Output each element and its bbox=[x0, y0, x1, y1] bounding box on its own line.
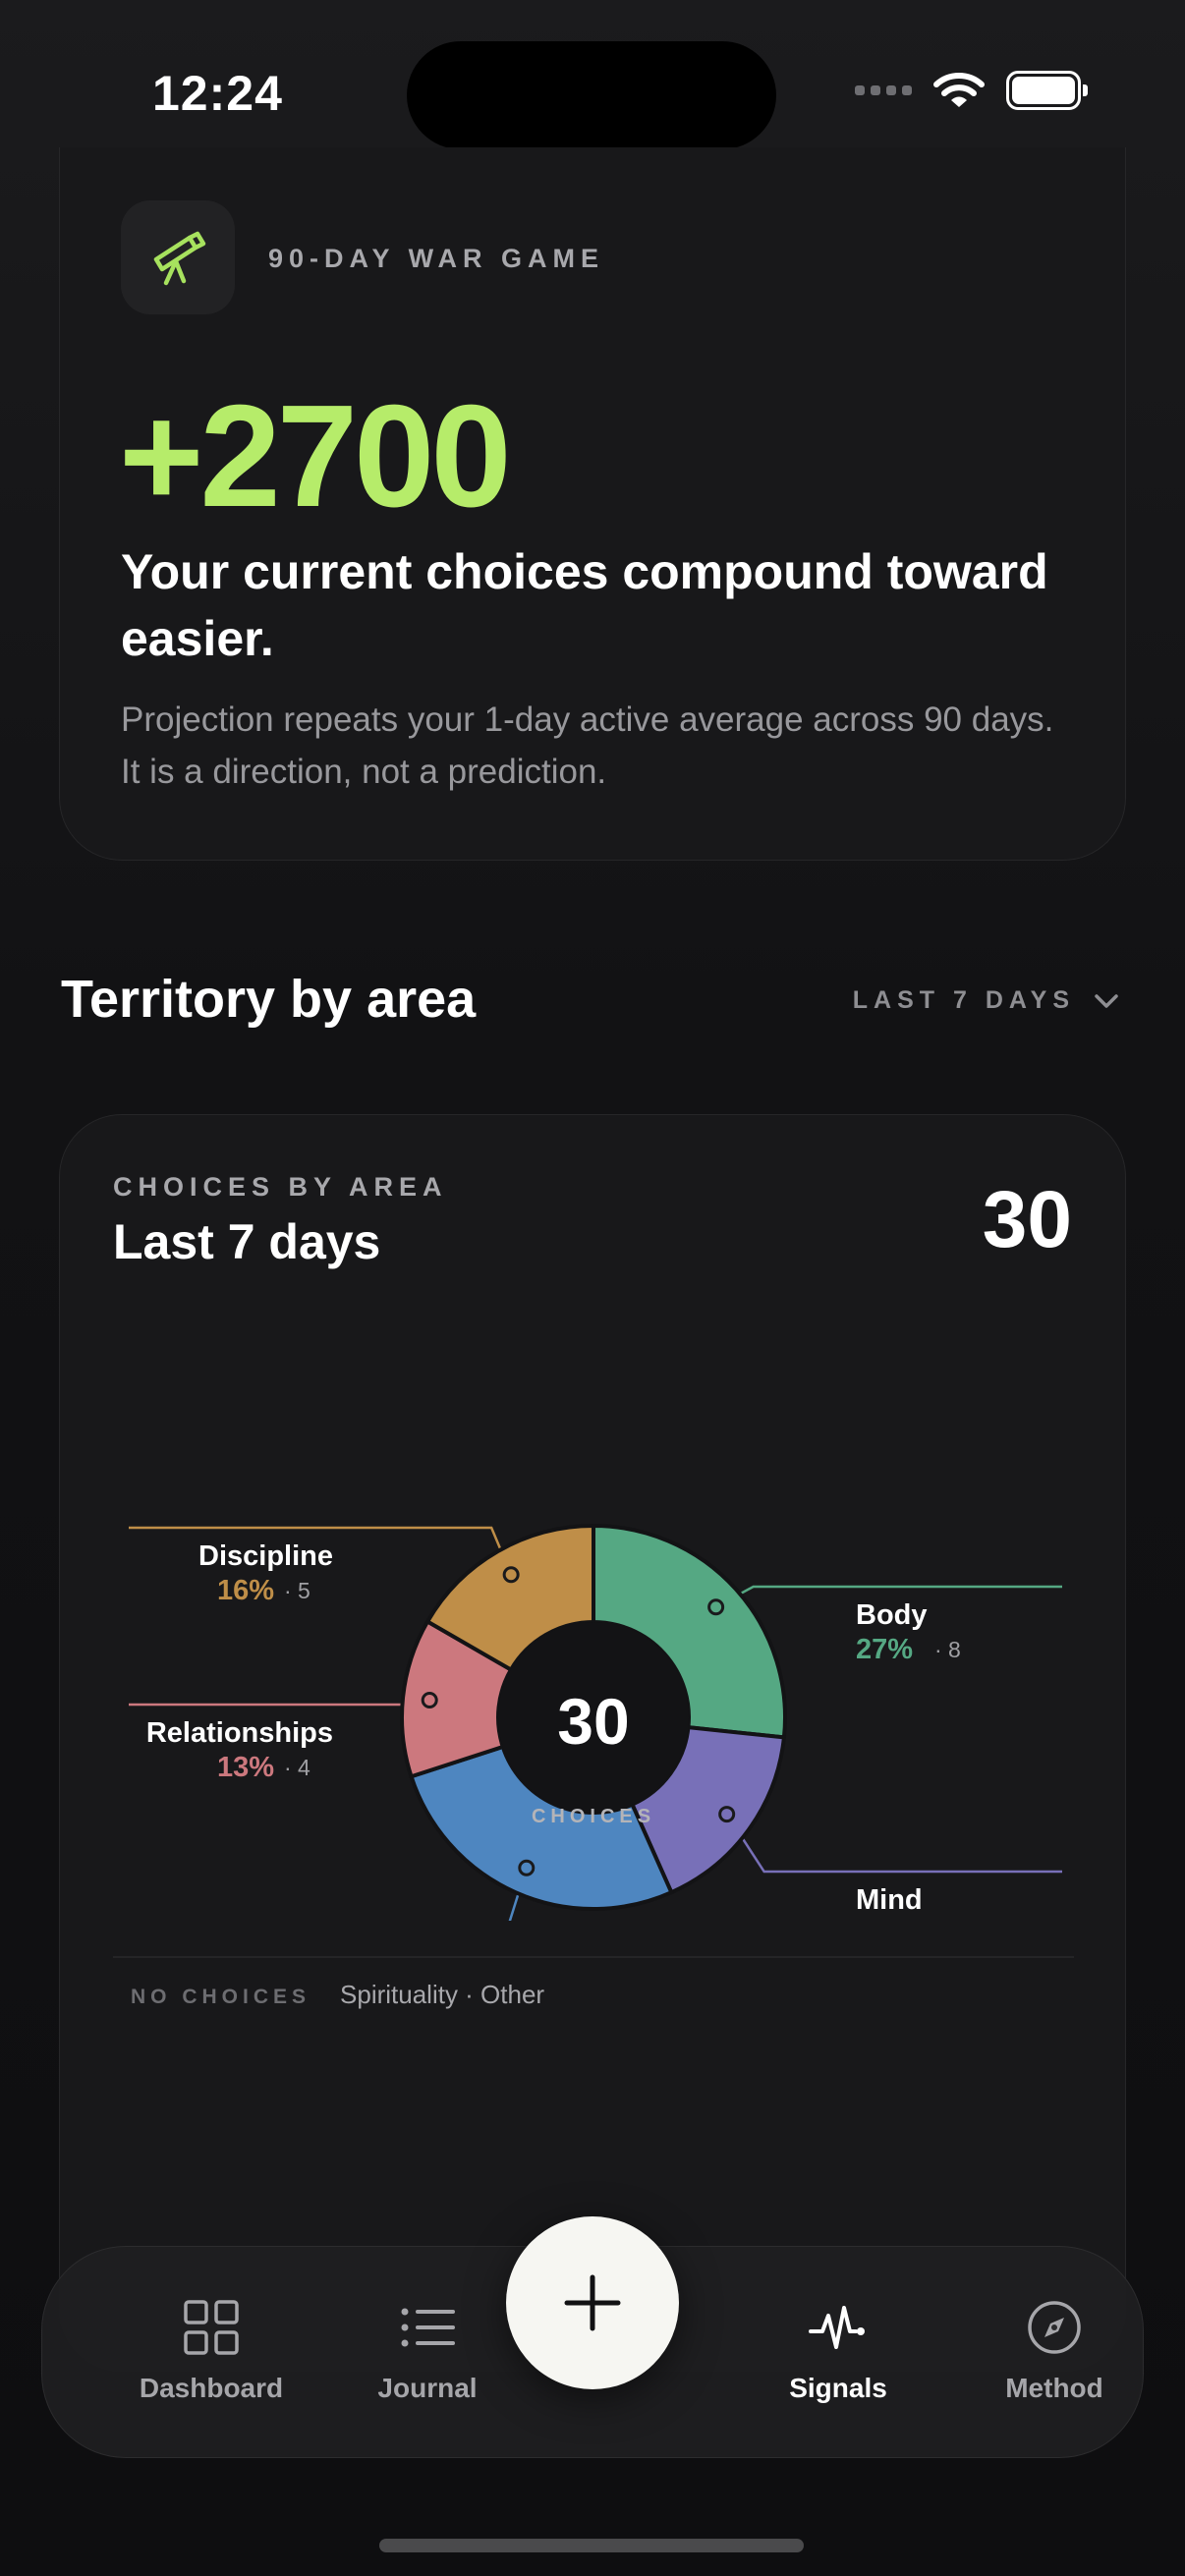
war-game-card: 90-DAY WAR GAME +2700 Your current choic… bbox=[59, 147, 1126, 861]
add-choice-button[interactable] bbox=[506, 2216, 679, 2389]
tab-method[interactable]: Method bbox=[956, 2298, 1153, 2404]
divider bbox=[113, 1956, 1074, 1958]
war-game-headline: Your current choices compound toward eas… bbox=[121, 544, 1048, 666]
war-game-value: +2700 bbox=[119, 375, 512, 537]
compass-icon bbox=[1028, 2301, 1081, 2354]
slice-count-relationships: · 4 bbox=[284, 1755, 310, 1780]
status-time: 12:24 bbox=[152, 66, 283, 121]
area-donut-chart: 30 CHOICES Body27%· 8Mind17%· 5Business2… bbox=[129, 1523, 1062, 1921]
area-card: CHOICES BY AREA Last 7 days 30 30 CHOICE… bbox=[59, 1114, 1126, 2372]
slice-percent-relationships: 13% bbox=[217, 1752, 274, 1783]
leader-dot-discipline bbox=[502, 1566, 520, 1584]
leader-dot-business bbox=[518, 1859, 536, 1876]
leader-dot-mind bbox=[718, 1806, 736, 1823]
tab-label: Method bbox=[1005, 2373, 1103, 2403]
status-icons bbox=[855, 71, 1088, 110]
leader-dot-body bbox=[707, 1598, 725, 1616]
home-indicator bbox=[379, 2539, 804, 2552]
donut-center-label: CHOICES bbox=[532, 1806, 655, 1827]
tab-label: Dashboard bbox=[139, 2373, 284, 2403]
area-card-total: 30 bbox=[982, 1175, 1072, 1264]
telescope-icon-box bbox=[121, 200, 235, 314]
grid-icon bbox=[184, 2300, 239, 2355]
slice-count-body: · 8 bbox=[934, 1637, 961, 1662]
territory-title: Territory by area bbox=[61, 970, 477, 1029]
battery-icon bbox=[1006, 71, 1088, 110]
area-card-title: Last 7 days bbox=[113, 1214, 381, 1269]
no-choices-row: NO CHOICES Spirituality · Other bbox=[131, 1980, 544, 2010]
leader-line-relationships bbox=[129, 1699, 430, 1707]
range-picker[interactable]: LAST 7 DAYS bbox=[853, 986, 1120, 1015]
telescope-icon bbox=[153, 231, 206, 286]
plus-icon bbox=[564, 2274, 621, 2331]
tab-journal[interactable]: Journal bbox=[329, 2298, 526, 2404]
slice-label-body: Body bbox=[856, 1599, 928, 1631]
slice-label-mind: Mind bbox=[856, 1884, 923, 1916]
range-label: LAST 7 DAYS bbox=[852, 986, 1075, 1014]
wifi-icon bbox=[933, 73, 985, 107]
slice-count-discipline: · 5 bbox=[284, 1578, 310, 1603]
slice-percent-discipline: 16% bbox=[217, 1575, 274, 1606]
leader-line-mind bbox=[725, 1813, 1062, 1874]
tab-signals[interactable]: Signals bbox=[740, 2298, 936, 2404]
pulse-icon bbox=[809, 2306, 865, 2349]
tab-label: Journal bbox=[377, 2373, 478, 2403]
donut-center-value: 30 bbox=[557, 1685, 629, 1758]
list-icon bbox=[401, 2308, 455, 2347]
slice-label-discipline: Discipline bbox=[198, 1540, 333, 1572]
tab-label: Signals bbox=[789, 2373, 887, 2403]
area-card-label: CHOICES BY AREA bbox=[113, 1172, 448, 1202]
leader-line-business bbox=[508, 1867, 528, 1921]
cellular-icon bbox=[855, 85, 912, 95]
slice-percent-mind: 17% bbox=[856, 1919, 913, 1921]
screen: 12:24 90-DAY WAR GAME +2700 Your current… bbox=[0, 0, 1185, 2576]
chevron-down-icon bbox=[1095, 993, 1118, 1008]
war-game-body: Projection repeats your 1-day active ave… bbox=[121, 700, 1054, 791]
slice-percent-body: 27% bbox=[856, 1634, 913, 1665]
no-choices-label: NO CHOICES bbox=[131, 1986, 311, 2008]
tab-dashboard[interactable]: Dashboard bbox=[113, 2298, 310, 2404]
slice-label-relationships: Relationships bbox=[146, 1717, 333, 1749]
war-game-label: 90-DAY WAR GAME bbox=[268, 244, 605, 273]
no-choices-items: Spirituality · Other bbox=[340, 1980, 545, 2009]
dynamic-island bbox=[407, 41, 776, 149]
leader-dot-relationships bbox=[421, 1691, 438, 1708]
